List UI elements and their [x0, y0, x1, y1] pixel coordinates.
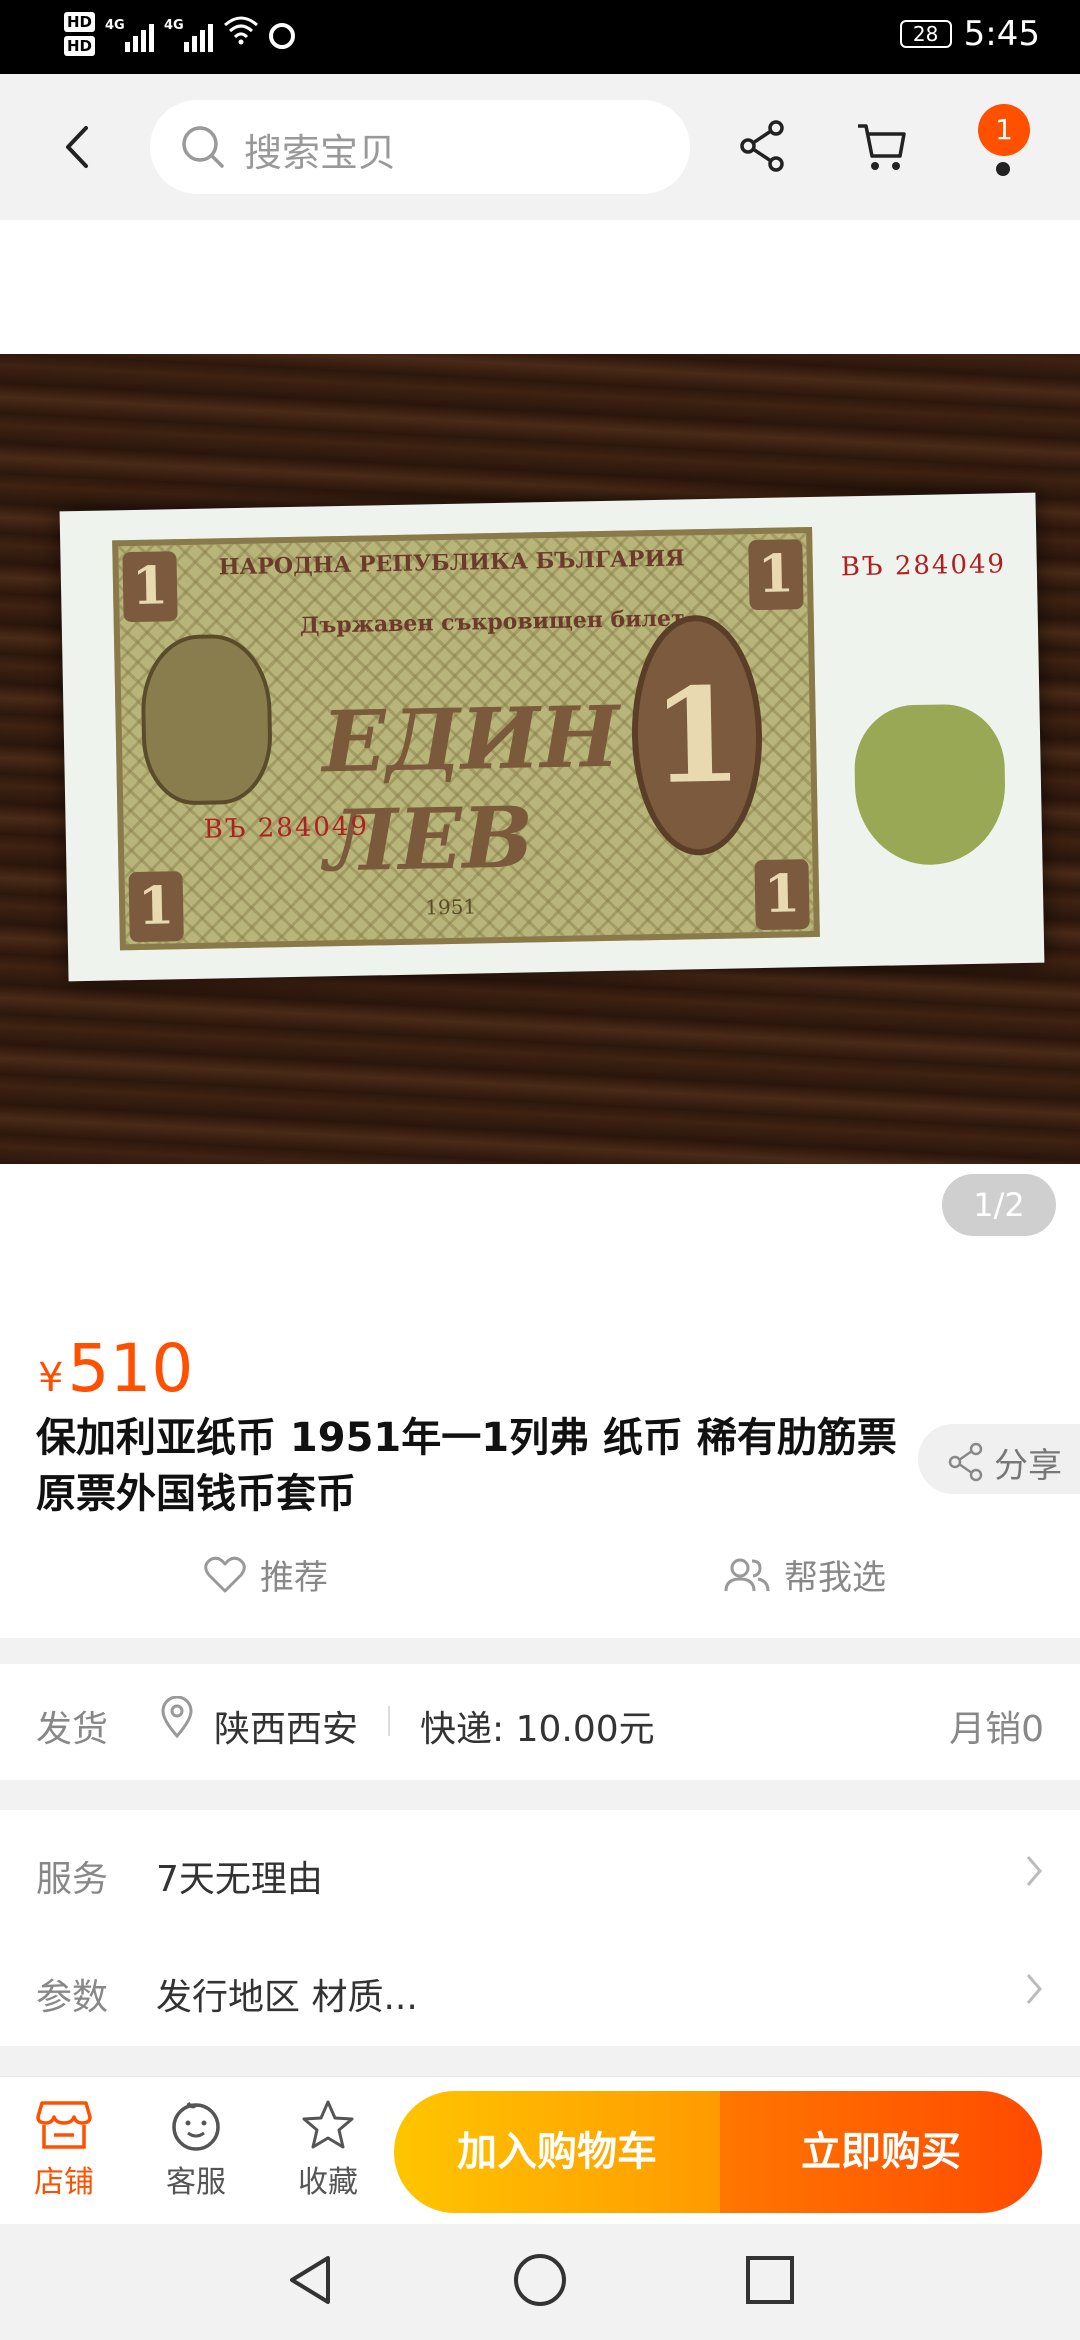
customer-service-icon: [172, 2101, 220, 2151]
params-row[interactable]: 参数 发行地区 材质...: [0, 1928, 1080, 2046]
bottom-action-bar: 店铺 客服 收藏 加入购物车 立即购买: [0, 2076, 1080, 2224]
cart-button[interactable]: [856, 118, 916, 178]
triangle-back-icon: [290, 2256, 330, 2304]
network-type-1: 4G: [105, 18, 125, 33]
shop-label: 店铺: [34, 2165, 94, 2200]
chevron-right-icon: [1026, 1856, 1042, 1886]
search-input[interactable]: 搜索宝贝: [150, 100, 690, 194]
banknote-corner-tr: 1: [748, 539, 804, 611]
share-pill-button[interactable]: 分享: [918, 1424, 1080, 1494]
add-to-cart-button[interactable]: 加入购物车: [394, 2091, 720, 2213]
nav-home-button[interactable]: [512, 2252, 568, 2312]
help-choose-button[interactable]: 帮我选: [724, 1550, 886, 1599]
chevron-right-icon: [1026, 1974, 1042, 2004]
people-icon: [724, 1558, 770, 1591]
customer-service-label: 客服: [166, 2165, 226, 2200]
monthly-sales: 月销0: [949, 1709, 1044, 1750]
hd1-label: HD: [64, 12, 96, 32]
hd-indicator: HD HD: [64, 10, 96, 58]
more-menu-dot[interactable]: [996, 162, 1010, 176]
currency-symbol: ¥: [38, 1355, 64, 1401]
buy-now-button[interactable]: 立即购买: [720, 2091, 1042, 2213]
price: ¥510: [38, 1330, 193, 1407]
params-value: 发行地区 材质...: [156, 1977, 418, 2018]
search-icon: [182, 126, 224, 168]
service-label: 服务: [36, 1859, 109, 1900]
share-icon: [948, 1442, 983, 1482]
shop-icon: [36, 2101, 92, 2149]
customer-service-button[interactable]: 客服: [146, 2099, 246, 2201]
product-gallery[interactable]: НАРОДНА РЕПУБЛИКА БЪЛГАРИЯ Държавен съкр…: [0, 220, 1080, 1310]
location-pin-icon: [161, 1696, 193, 1738]
params-label: 参数: [36, 1977, 109, 2018]
nav-recents-button[interactable]: [744, 2252, 796, 2312]
top-nav: 搜索宝贝 1: [0, 74, 1080, 220]
cart-icon: [858, 124, 906, 170]
search-placeholder: 搜索宝贝: [244, 131, 397, 175]
product-photo[interactable]: НАРОДНА РЕПУБЛИКА БЪЛГАРИЯ Държавен съкр…: [0, 354, 1080, 1164]
banknote-serial-outer: ВЪ 284049: [840, 549, 1007, 583]
service-section: 服务 7天无理由 参数 发行地区 材质...: [0, 1810, 1080, 2046]
delivery-label: 发货: [36, 1709, 109, 1750]
share-pill-label: 分享: [994, 1446, 1062, 1486]
help-choose-label: 帮我选: [784, 1558, 886, 1598]
service-value: 7天无理由: [156, 1859, 323, 1900]
status-icons-left: HD HD 4G 4G: [64, 10, 296, 58]
status-icons-right: 28 5:45: [899, 14, 1040, 54]
square-recents-icon: [746, 2256, 794, 2304]
service-row[interactable]: 服务 7天无理由: [0, 1810, 1080, 1928]
system-nav-bar: [0, 2224, 1080, 2340]
back-button[interactable]: [58, 122, 94, 172]
shop-button[interactable]: 店铺: [14, 2099, 114, 2201]
delivery-row[interactable]: 发货 陕西西安 快递: 10.00元 月销0: [0, 1664, 1080, 1780]
shipping-fee: 快递: 10.00元: [420, 1709, 655, 1750]
hd2-label: HD: [64, 36, 96, 56]
message-badge[interactable]: 1: [978, 104, 1030, 156]
recommend-button[interactable]: 推荐: [204, 1550, 328, 1599]
banknote-corner-bl: 1: [128, 871, 184, 943]
share-button[interactable]: [738, 118, 798, 178]
battery-icon: 28: [899, 20, 952, 48]
banknote-corner-br: 1: [754, 859, 810, 931]
star-icon: [302, 2100, 354, 2149]
wifi-icon: [223, 15, 259, 54]
banknote-image: НАРОДНА РЕПУБЛИКА БЪЛГАРИЯ Държавен съкр…: [59, 492, 1045, 982]
price-value: 510: [67, 1330, 194, 1407]
circle-home-icon: [514, 2254, 566, 2306]
chevron-left-icon: [66, 126, 88, 168]
banknote-sub-text: Държавен съкровищен билет: [299, 605, 685, 639]
image-pager: 1/2: [942, 1174, 1056, 1236]
network-type-2: 4G: [164, 18, 184, 33]
clock: 5:45: [963, 14, 1040, 54]
recommend-label: 推荐: [260, 1558, 328, 1598]
divider: [388, 1706, 390, 1736]
banknote-face: НАРОДНА РЕПУБЛИКА БЪЛГАРИЯ Държавен съкр…: [112, 526, 820, 951]
coat-of-arms-icon: [139, 633, 274, 806]
product-title: 保加利亚纸币 1951年一1列弗 纸币 稀有肋筋票 原票外国钱币套币: [36, 1415, 897, 1517]
share-icon: [740, 120, 784, 172]
signal-icon-1: 4G: [105, 16, 155, 52]
alarm-icon: [269, 23, 296, 49]
banknote-year: 1951: [425, 894, 477, 920]
status-bar: HD HD 4G 4G 28 5:45: [0, 0, 1080, 74]
signal-icon-2: 4G: [164, 16, 214, 52]
banknote-top-text: НАРОДНА РЕПУБЛИКА БЪЛГАРИЯ: [218, 545, 685, 581]
banknote-corner-tl: 1: [122, 551, 178, 623]
nav-back-button[interactable]: [284, 2252, 336, 2312]
favorite-button[interactable]: 收藏: [278, 2099, 378, 2201]
heart-icon: [204, 1556, 246, 1592]
banknote-watermark: [853, 703, 1007, 867]
delivery-location: 陕西西安: [214, 1709, 359, 1750]
favorite-label: 收藏: [298, 2165, 358, 2200]
product-info: ¥510 保加利亚纸币 1951年一1列弗 纸币 稀有肋筋票 原票外国钱币套币 …: [0, 1310, 1080, 1638]
banknote-serial-inner: ВЪ 284049: [203, 811, 370, 845]
